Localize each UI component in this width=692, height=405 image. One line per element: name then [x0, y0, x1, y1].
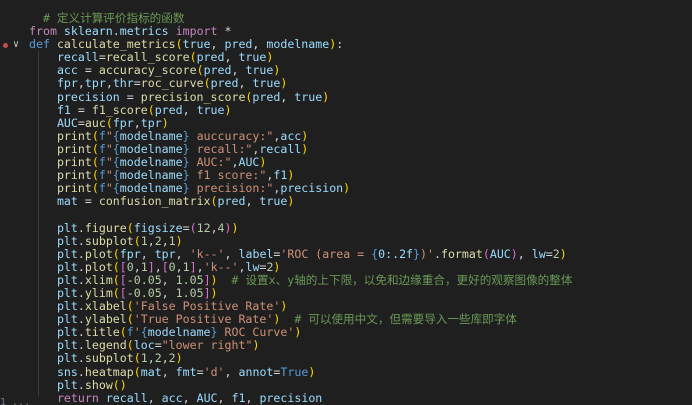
code-area[interactable]: # 定义计算评价指标的函数 from sklearn.metrics import… [29, 11, 572, 405]
code-editor[interactable]: ∨ # 定义计算评价指标的函数 from sklearn.metrics impo… [0, 0, 692, 405]
code-line[interactable]: return recall, acc, AUC, f1, precision [29, 391, 572, 405]
chevron-down-icon[interactable]: ∨ [13, 39, 25, 51]
editor-gutter: ∨ [0, 0, 26, 405]
code-line[interactable]: mat = confusion_matrix(pred, true) [29, 195, 572, 208]
breakpoint-icon[interactable] [3, 43, 8, 48]
next-line-partial: 1 ... [0, 398, 31, 405]
